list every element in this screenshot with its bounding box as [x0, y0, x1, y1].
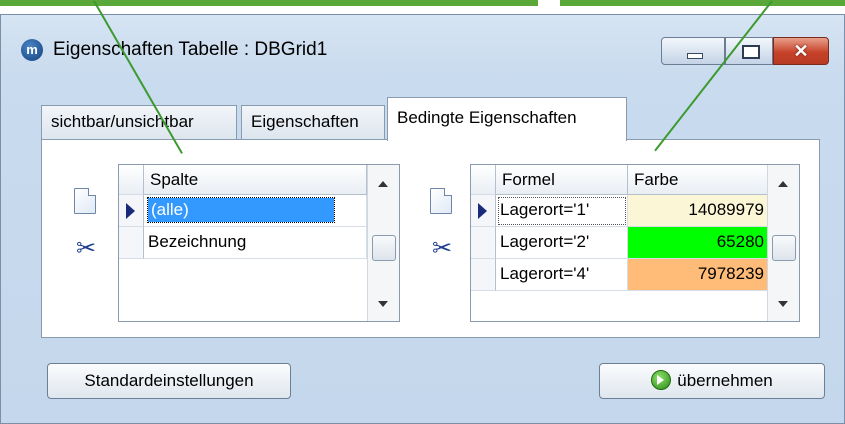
close-icon: ✕	[793, 41, 809, 61]
grid-corner	[471, 165, 496, 195]
scroll-down-icon[interactable]	[778, 301, 788, 307]
column-header-farbe[interactable]: Farbe	[628, 165, 769, 195]
farbe-cell[interactable]: 14089979	[628, 195, 769, 227]
decor-bar-left	[0, 0, 538, 6]
formel-cell[interactable]: Lagerort='4'	[496, 259, 628, 291]
scroll-up-icon[interactable]	[778, 181, 788, 187]
app-icon: m	[21, 39, 43, 61]
minimize-icon	[687, 53, 703, 59]
maximize-icon	[742, 45, 760, 59]
window-title: Eigenschaften Tabelle : DBGrid1	[53, 39, 328, 60]
grid-corner	[119, 165, 144, 195]
scissors-icon[interactable]: ✂	[76, 236, 98, 262]
scroll-thumb[interactable]	[372, 235, 396, 261]
apply-button[interactable]: übernehmen	[599, 363, 825, 399]
formel-cell[interactable]: Lagerort='1'	[496, 195, 628, 227]
scroll-down-icon[interactable]	[378, 301, 388, 307]
row-indicator[interactable]	[119, 195, 144, 227]
farbe-cell[interactable]: 65280	[628, 227, 769, 259]
column-grid[interactable]: Spalte (alle) Bezeichnung	[118, 164, 400, 322]
row-indicator[interactable]	[471, 259, 496, 291]
arrow-right-icon	[651, 370, 672, 390]
vertical-scrollbar[interactable]	[367, 165, 399, 321]
top-strip	[0, 0, 845, 14]
vertical-scrollbar[interactable]	[767, 165, 799, 321]
row-indicator[interactable]	[471, 195, 496, 227]
tab-sichtbar[interactable]: sichtbar/unsichtbar	[41, 105, 237, 139]
scroll-up-icon[interactable]	[378, 181, 388, 187]
close-button[interactable]: ✕	[773, 37, 829, 65]
selected-cell-value: (alle)	[147, 197, 335, 223]
dialog-window: m Eigenschaften Tabelle : DBGrid1 ✕ sich…	[0, 14, 845, 424]
row-indicator[interactable]	[119, 227, 144, 259]
new-document-icon[interactable]	[74, 188, 96, 214]
column-header-spalte[interactable]: Spalte	[144, 165, 367, 195]
formel-cell[interactable]: Lagerort='2'	[496, 227, 628, 259]
tab-bedingte-eigenschaften[interactable]: Bedingte Eigenschaften	[387, 97, 627, 141]
condition-grid[interactable]: Formel Farbe Lagerort='1' 14089979 Lager…	[470, 164, 800, 322]
table-row[interactable]: Bezeichnung	[144, 227, 367, 259]
decor-bar-right	[560, 0, 845, 6]
current-row-arrow-icon	[126, 203, 135, 219]
scroll-thumb[interactable]	[772, 235, 796, 261]
tab-panel: ✂ Spalte (alle) Bezeichnung ✂ Formel Far…	[41, 139, 820, 338]
column-header-formel[interactable]: Formel	[496, 165, 628, 195]
defaults-button[interactable]: Standardeinstellungen	[47, 363, 291, 399]
apply-button-label: übernehmen	[677, 371, 773, 390]
current-row-arrow-icon	[478, 203, 487, 219]
row-indicator[interactable]	[471, 227, 496, 259]
table-row[interactable]: (alle)	[144, 195, 367, 227]
minimize-button[interactable]	[661, 37, 725, 65]
tab-eigenschaften[interactable]: Eigenschaften	[241, 105, 385, 139]
scissors-icon[interactable]: ✂	[432, 236, 454, 262]
new-condition-icon[interactable]	[430, 188, 452, 214]
farbe-cell[interactable]: 7978239	[628, 259, 769, 291]
